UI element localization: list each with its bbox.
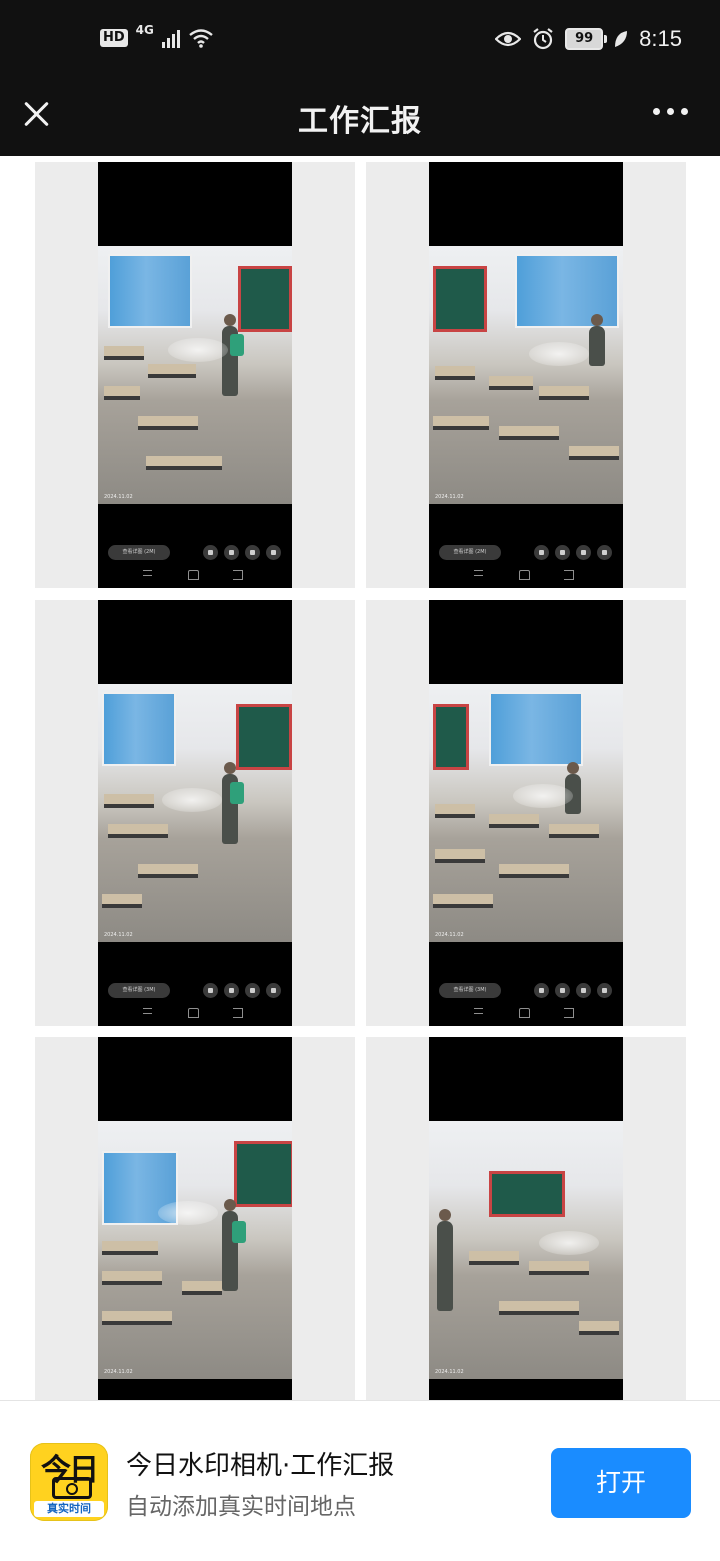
classroom-photo: 2024.11.02 bbox=[98, 1121, 292, 1379]
status-left: HD 4G bbox=[100, 23, 214, 48]
eye-icon bbox=[495, 31, 522, 47]
phone-screenshot: 2024.11.02 查看详图 (3M) bbox=[98, 600, 292, 1026]
save-icon[interactable] bbox=[555, 983, 570, 998]
photo-timestamp: 2024.11.02 bbox=[104, 494, 133, 500]
phone-nav-bar bbox=[143, 1008, 253, 1018]
menu-icon bbox=[143, 570, 152, 576]
more-options-icon[interactable] bbox=[266, 545, 281, 560]
viewer-controls: 查看详图 (2M) bbox=[108, 545, 282, 561]
home-icon bbox=[188, 1008, 199, 1018]
leaf-icon bbox=[615, 31, 628, 47]
grid-icon[interactable] bbox=[245, 983, 260, 998]
photo-timestamp: 2024.11.02 bbox=[435, 494, 464, 500]
save-icon[interactable] bbox=[224, 545, 239, 560]
title-bar: 工作汇报 bbox=[0, 84, 720, 156]
effect-icon[interactable] bbox=[203, 983, 218, 998]
status-right: 99 8:15 bbox=[495, 26, 682, 52]
photo-timestamp: 2024.11.02 bbox=[104, 932, 133, 938]
phone-screenshot: 2024.11.02 bbox=[429, 1037, 623, 1400]
phone-screenshot: 2024.11.02 查看详图 (2M) bbox=[429, 162, 623, 588]
save-icon[interactable] bbox=[224, 983, 239, 998]
phone-screenshot: 2024.11.02 查看详图 (2M) bbox=[98, 162, 292, 588]
signal-icon bbox=[161, 28, 180, 48]
view-original-button[interactable]: 查看详图 (3M) bbox=[108, 983, 170, 998]
open-app-button[interactable]: 打开 bbox=[551, 1448, 691, 1518]
photo-tile[interactable]: 2024.11.02 查看详图 (2M) bbox=[35, 162, 355, 588]
alarm-icon bbox=[533, 28, 553, 50]
hd-badge: HD bbox=[100, 29, 128, 47]
menu-icon bbox=[474, 570, 483, 576]
clock: 8:15 bbox=[639, 26, 682, 51]
photo-grid: 2024.11.02 查看详图 (2M) 2024.11.02 查看详图 (2M… bbox=[0, 156, 720, 1400]
home-icon bbox=[519, 1008, 530, 1018]
more-icon[interactable] bbox=[653, 108, 688, 115]
status-bar: HD 4G 99 8:15 bbox=[0, 0, 720, 84]
app-logo: 今日 真实时间 bbox=[30, 1443, 108, 1521]
wifi-icon bbox=[189, 29, 213, 48]
view-original-button[interactable]: 查看详图 (2M) bbox=[108, 545, 170, 560]
view-original-button[interactable]: 查看详图 (2M) bbox=[439, 545, 501, 560]
menu-icon bbox=[474, 1008, 483, 1014]
back-icon bbox=[564, 570, 574, 580]
menu-icon bbox=[143, 1008, 152, 1014]
app-name: 今日水印相机·工作汇报 bbox=[126, 1451, 395, 1481]
photo-tile[interactable]: 2024.11.02 查看详图 (2M) bbox=[366, 162, 686, 588]
viewer-controls: 查看详图 (2M) bbox=[439, 545, 613, 561]
more-options-icon[interactable] bbox=[597, 545, 612, 560]
grid-icon[interactable] bbox=[576, 983, 591, 998]
viewer-controls: 查看详图 (3M) bbox=[439, 983, 613, 999]
photo-timestamp: 2024.11.02 bbox=[435, 1369, 464, 1375]
photo-timestamp: 2024.11.02 bbox=[435, 932, 464, 938]
classroom-photo: 2024.11.02 bbox=[98, 246, 292, 504]
page-title: 工作汇报 bbox=[298, 104, 422, 139]
app-promo-banner: 今日 真实时间 今日水印相机·工作汇报 自动添加真实时间地点 打开 bbox=[0, 1400, 720, 1561]
phone-screenshot: 2024.11.02 bbox=[98, 1037, 292, 1400]
battery-icon: 99 bbox=[565, 28, 608, 50]
app-description: 自动添加真实时间地点 bbox=[126, 1494, 356, 1520]
camera-icon bbox=[52, 1477, 92, 1499]
classroom-photo: 2024.11.02 bbox=[429, 684, 623, 942]
classroom-photo: 2024.11.02 bbox=[429, 246, 623, 504]
network-type: 4G bbox=[135, 23, 154, 37]
phone-nav-bar bbox=[143, 570, 253, 580]
home-icon bbox=[188, 570, 199, 580]
photo-timestamp: 2024.11.02 bbox=[104, 1369, 133, 1375]
view-original-button[interactable]: 查看详图 (3M) bbox=[439, 983, 501, 998]
effect-icon[interactable] bbox=[203, 545, 218, 560]
more-options-icon[interactable] bbox=[597, 983, 612, 998]
logo-caption: 真实时间 bbox=[34, 1501, 104, 1517]
classroom-photo: 2024.11.02 bbox=[429, 1121, 623, 1379]
effect-icon[interactable] bbox=[534, 983, 549, 998]
photo-tile[interactable]: 2024.11.02 查看详图 (3M) bbox=[366, 600, 686, 1026]
more-options-icon[interactable] bbox=[266, 983, 281, 998]
grid-icon[interactable] bbox=[576, 545, 591, 560]
phone-nav-bar bbox=[474, 570, 584, 580]
effect-icon[interactable] bbox=[534, 545, 549, 560]
back-icon bbox=[233, 570, 243, 580]
classroom-photo: 2024.11.02 bbox=[98, 684, 292, 942]
grid-icon[interactable] bbox=[245, 545, 260, 560]
save-icon[interactable] bbox=[555, 545, 570, 560]
photo-tile[interactable]: 2024.11.02 查看详图 (3M) bbox=[35, 600, 355, 1026]
home-icon bbox=[519, 570, 530, 580]
phone-nav-bar bbox=[474, 1008, 584, 1018]
photo-tile[interactable]: 2024.11.02 bbox=[366, 1037, 686, 1400]
phone-screenshot: 2024.11.02 查看详图 (3M) bbox=[429, 600, 623, 1026]
back-icon bbox=[564, 1008, 574, 1018]
photo-tile[interactable]: 2024.11.02 bbox=[35, 1037, 355, 1400]
back-icon bbox=[233, 1008, 243, 1018]
viewer-controls: 查看详图 (3M) bbox=[108, 983, 282, 999]
